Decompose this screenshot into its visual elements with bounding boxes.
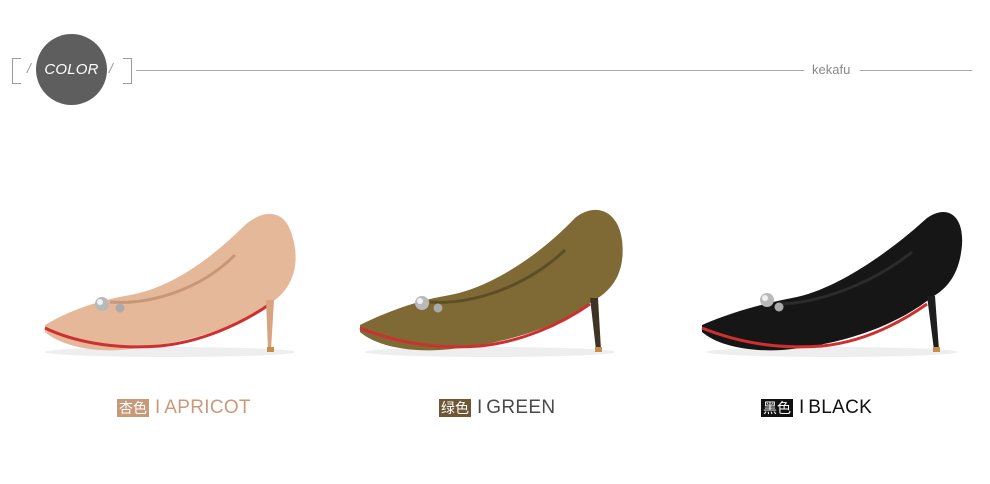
product-image-apricot[interactable] xyxy=(30,200,310,365)
section-header: / COLOR / kekafu xyxy=(0,0,990,120)
caption-green: 绿色 I GREEN xyxy=(439,396,555,420)
caption-separator: I xyxy=(799,397,805,418)
color-badge-label: COLOR xyxy=(44,61,99,78)
color-name-black: BLACK xyxy=(808,397,873,418)
shoe-apricot-illustration xyxy=(44,213,296,357)
shoe-green-illustration xyxy=(359,209,623,357)
caption-apricot: 杏色 I APRICOT xyxy=(117,396,251,420)
slash-right-icon: / xyxy=(109,60,113,76)
caption-separator: I xyxy=(477,397,483,418)
brand-name: kekafu xyxy=(812,62,851,77)
product-image-green[interactable] xyxy=(350,200,630,365)
caption-separator: I xyxy=(155,397,161,418)
product-image-black[interactable] xyxy=(692,200,972,365)
divider-line-right xyxy=(860,70,972,71)
color-badge: COLOR xyxy=(36,34,107,105)
color-tag-green: 绿色 xyxy=(439,399,471,417)
color-tag-apricot: 杏色 xyxy=(117,399,149,417)
bracket-right-icon xyxy=(123,58,132,84)
color-name-apricot: APRICOT xyxy=(164,397,251,418)
slash-left-icon: / xyxy=(27,60,31,76)
shoe-black-illustration xyxy=(701,211,963,357)
caption-black: 黑色 I BLACK xyxy=(761,396,872,420)
color-name-green: GREEN xyxy=(486,397,556,418)
color-tag-black: 黑色 xyxy=(761,399,793,417)
divider-line xyxy=(136,70,804,71)
bracket-left-icon xyxy=(12,58,21,84)
